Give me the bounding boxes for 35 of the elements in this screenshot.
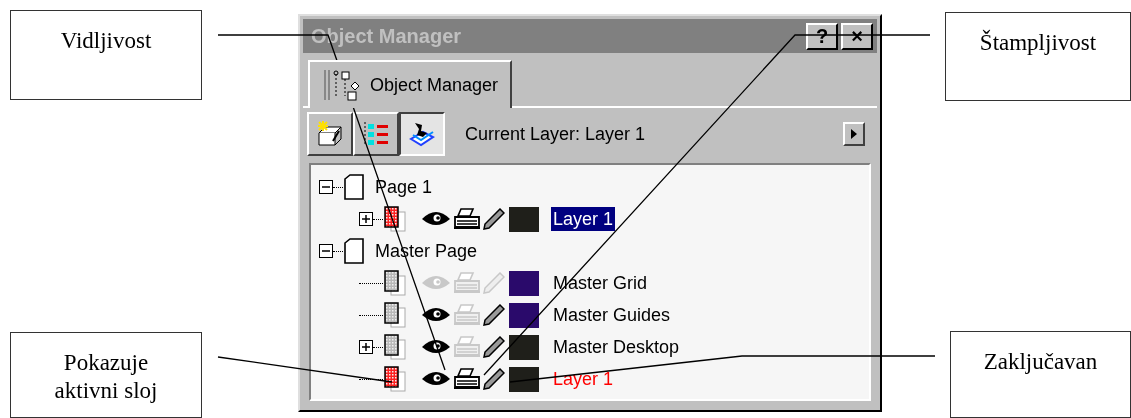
new-layer-icon (315, 119, 345, 149)
callout-label: Pokazuje aktivni sloj (10, 332, 202, 418)
layer-item[interactable]: Master Guides (551, 303, 673, 327)
callout-label: Štampljivost (945, 12, 1131, 101)
collapse-toggle[interactable] (319, 180, 333, 194)
minus-icon (322, 183, 330, 191)
pencil-icon[interactable] (483, 304, 505, 326)
toolbar-button[interactable] (399, 112, 445, 156)
window-title: Object Manager (311, 26, 463, 46)
layer-color-swatch[interactable] (509, 302, 539, 328)
expand-toggle[interactable] (359, 340, 373, 354)
arrow-right-icon (851, 129, 857, 139)
printer-icon[interactable] (453, 208, 481, 230)
layer-color-swatch[interactable] (509, 366, 539, 392)
callout-label: Vidljivost (10, 10, 202, 100)
layer-item[interactable]: Layer 1 (551, 367, 616, 391)
expand-toggle[interactable] (359, 212, 373, 226)
layer-color-swatch[interactable] (509, 334, 539, 360)
callout-label: Zaključavan (950, 331, 1131, 418)
plus-icon (362, 343, 370, 351)
tab[interactable]: Object Manager (308, 60, 513, 108)
layer-item[interactable]: Master Desktop (551, 335, 682, 359)
plus-icon (362, 215, 370, 223)
printer-icon[interactable] (453, 368, 481, 390)
pencil-icon[interactable] (483, 368, 505, 390)
layer-color-swatch[interactable] (509, 270, 539, 296)
layer-item[interactable]: Layer 1 (551, 207, 616, 231)
pencil-icon[interactable] (483, 208, 505, 230)
menu-arrow-button[interactable] (843, 122, 865, 146)
collapse-toggle[interactable] (319, 244, 333, 258)
pencil-icon[interactable] (483, 336, 505, 358)
minus-icon (322, 247, 330, 255)
object-tree-icon (322, 68, 362, 102)
layer-color-swatch[interactable] (509, 206, 539, 232)
current-layer-label: Current Layer: Layer 1 (465, 122, 647, 146)
